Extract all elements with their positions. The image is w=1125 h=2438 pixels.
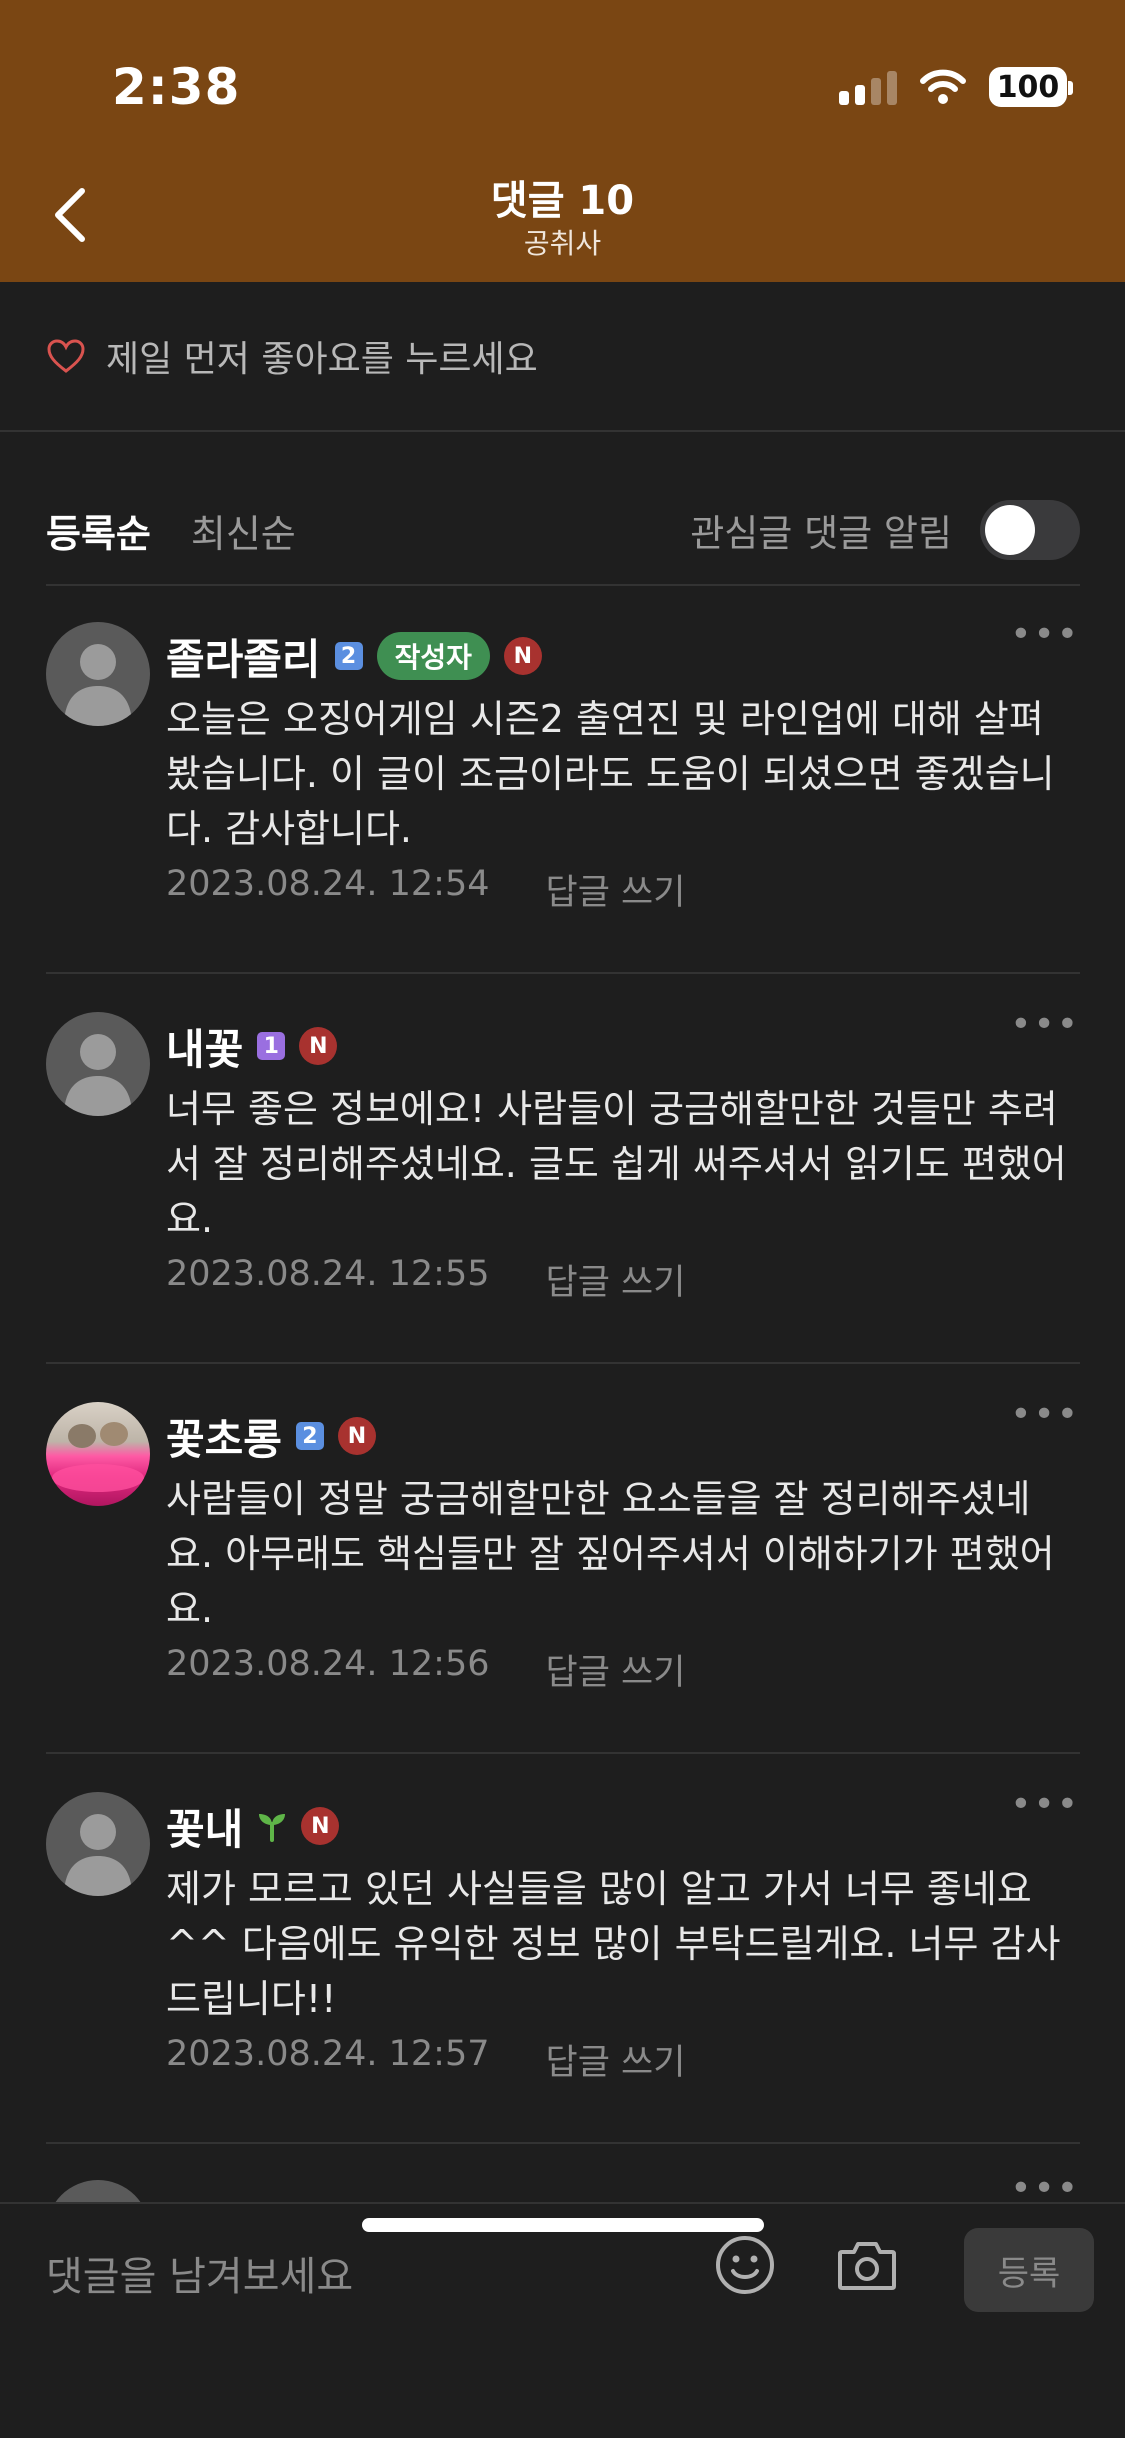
commenter-name[interactable]: 꽃초롱: [166, 1406, 282, 1467]
avatar[interactable]: [46, 1792, 150, 1896]
wifi-icon: [920, 69, 966, 104]
comment-text: 오늘은 오징어게임 시즌2 출연진 및 라인업에 대해 살펴봤습니다. 이 글이…: [166, 697, 1055, 851]
comment-date: 2023.08.24. 12:54: [166, 864, 490, 904]
battery-level: 100: [996, 69, 1060, 105]
reply-button[interactable]: 답글 쓰기: [546, 1254, 686, 1305]
new-badge: N: [299, 1027, 338, 1065]
writer-badge: 작성자: [376, 632, 490, 680]
status-icons: 100: [839, 62, 1073, 112]
comment-item: 내꽃 1 N ••• 너무 좋은 정보에요! 사람들이 궁금해할만한 것들만 추…: [46, 974, 1080, 1364]
new-badge: N: [503, 637, 542, 675]
comment-date: 2023.08.24. 12:56: [166, 1644, 490, 1684]
signal-icon: [839, 69, 897, 105]
reply-button[interactable]: 답글 쓰기: [546, 2034, 686, 2085]
divider: [0, 430, 1125, 432]
app-header: 2:38 100 댓글 10 공취사: [0, 0, 1125, 282]
status-time: 2:38: [112, 58, 241, 116]
emoji-icon[interactable]: [714, 2234, 776, 2296]
level-badge: 2: [295, 1422, 324, 1450]
avatar[interactable]: [46, 1402, 150, 1506]
like-prompt-text: 제일 먼저 좋아요를 누르세요: [106, 339, 538, 380]
commenter-name[interactable]: 내꽃: [166, 1016, 243, 1077]
more-options-icon[interactable]: •••: [1010, 614, 1080, 655]
more-options-icon[interactable]: •••: [1010, 1004, 1080, 1045]
comment-date: 2023.08.24. 12:55: [166, 1254, 490, 1294]
comment-text: 사람들이 정말 궁금해할만한 요소들을 잘 정리해주셨네요. 아무래도 핵심들만…: [166, 1477, 1055, 1631]
heart-icon[interactable]: [46, 338, 86, 374]
notify-toggle[interactable]: [980, 500, 1080, 560]
reply-button[interactable]: 답글 쓰기: [546, 1644, 686, 1695]
new-badge: N: [301, 1807, 340, 1845]
level-badge: 1: [257, 1032, 286, 1060]
more-options-icon[interactable]: •••: [1010, 1784, 1080, 1825]
home-indicator: [362, 2218, 764, 2232]
divider: [46, 2142, 1080, 2144]
battery-icon: 100: [989, 67, 1073, 107]
submit-button[interactable]: 등록: [964, 2228, 1094, 2312]
commenter-name[interactable]: 꽃내: [166, 1796, 243, 1857]
sprout-icon: [259, 1814, 286, 1842]
page-title: 댓글 10: [490, 178, 635, 224]
commenter-name[interactable]: 졸라졸리: [166, 626, 321, 687]
like-prompt[interactable]: 제일 먼저 좋아요를 누르세요: [46, 330, 538, 382]
comment-input[interactable]: 댓글을 남겨보세요: [46, 2244, 353, 2302]
comment-text: 너무 좋은 정보에요! 사람들이 궁금해할만한 것들만 추려서 잘 정리해주셨네…: [166, 1087, 1067, 1241]
more-options-icon[interactable]: •••: [1010, 1394, 1080, 1435]
reply-button[interactable]: 답글 쓰기: [546, 864, 686, 915]
comment-item: 꽃초롱 2 N ••• 사람들이 정말 궁금해할만한 요소들을 잘 정리해주셨네…: [46, 1364, 1080, 1754]
sort-bar: 등록순 최신순 관심글 댓글 알림: [46, 500, 1080, 560]
avatar[interactable]: [46, 622, 150, 726]
sort-latest[interactable]: 최신순: [191, 503, 296, 558]
avatar[interactable]: [46, 1012, 150, 1116]
comment-item: 꽃내 N ••• 제가 모르고 있던 사실들을 많이 알고 가서 너무 좋네요^…: [46, 1754, 1080, 2144]
notify-label: 관심글 댓글 알림: [690, 512, 952, 555]
sort-registered[interactable]: 등록순: [46, 503, 151, 558]
page-subtitle: 공취사: [523, 227, 602, 260]
comment-input-bar: 댓글을 남겨보세요 등록: [0, 2202, 1125, 2438]
comment-date: 2023.08.24. 12:57: [166, 2034, 490, 2074]
new-badge: N: [337, 1417, 376, 1455]
comment-item: 졸라졸리 2 작성자 N ••• 오늘은 오징어게임 시즌2 출연진 및 라인업…: [46, 584, 1080, 974]
camera-icon[interactable]: [836, 2238, 898, 2294]
level-badge: 2: [334, 642, 363, 670]
comment-text: 제가 모르고 있던 사실들을 많이 알고 가서 너무 좋네요^^ 다음에도 유익…: [166, 1867, 1061, 2021]
